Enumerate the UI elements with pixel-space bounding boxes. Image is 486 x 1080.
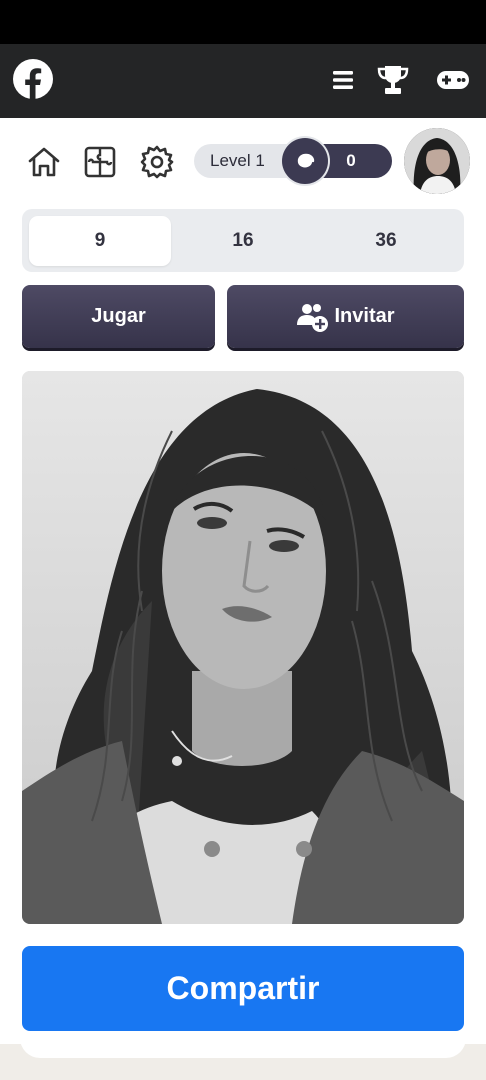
grid-option-16[interactable]: 16: [172, 216, 314, 266]
spiral-icon: [282, 138, 328, 184]
home-icon[interactable]: [25, 143, 63, 181]
top-navigation-bar: [0, 44, 486, 118]
bottom-edge: [0, 1036, 486, 1080]
gear-icon[interactable]: [138, 143, 176, 181]
avatar[interactable]: [404, 128, 470, 194]
menu-icon[interactable]: [330, 64, 356, 96]
bottom-sheet-edge: [20, 1036, 466, 1058]
share-button-label: Compartir: [166, 970, 320, 1006]
share-button[interactable]: Compartir: [22, 946, 464, 1031]
gamepad-icon[interactable]: [436, 64, 470, 96]
invite-button-label: Invitar: [334, 305, 395, 327]
grid-option-36[interactable]: 36: [315, 216, 457, 266]
play-button[interactable]: Jugar: [22, 285, 215, 348]
facebook-logo-icon[interactable]: [12, 58, 54, 100]
grid-size-selector: 9 16 36: [22, 209, 464, 272]
grid-option-9[interactable]: 9: [29, 216, 171, 266]
trophy-icon[interactable]: [376, 64, 410, 96]
invite-button[interactable]: Invitar: [227, 285, 464, 348]
puzzle-icon[interactable]: [81, 143, 119, 181]
puzzle-image[interactable]: [22, 371, 464, 924]
add-users-icon: [296, 301, 330, 333]
play-button-label: Jugar: [91, 305, 146, 327]
status-bar: [0, 0, 486, 44]
level-label: Level 1: [210, 151, 265, 170]
